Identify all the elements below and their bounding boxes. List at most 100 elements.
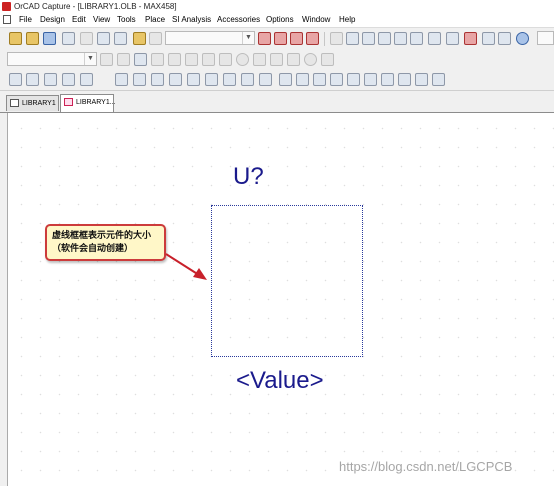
menu-help[interactable]: Help — [339, 13, 355, 26]
window-title-bar: OrCAD Capture - [LIBRARY1.OLB - MAX458] — [0, 0, 554, 13]
chevron-down-icon[interactable]: ▼ — [84, 53, 96, 65]
help-icon[interactable] — [516, 32, 529, 45]
toolbar-icon[interactable] — [241, 73, 254, 86]
zoom-all-icon[interactable] — [306, 32, 319, 45]
zoom-area-icon[interactable] — [290, 32, 303, 45]
menu-edit[interactable]: Edit — [72, 13, 86, 26]
menu-options[interactable]: Options — [266, 13, 294, 26]
backannotate-icon[interactable] — [446, 32, 459, 45]
arrow-shaft — [165, 253, 200, 276]
ieee-symbol-icon[interactable] — [115, 73, 128, 86]
menu-place[interactable]: Place — [145, 13, 165, 26]
pin-icon[interactable] — [44, 73, 57, 86]
menu-window[interactable]: Window — [302, 13, 330, 26]
part-editor-icon — [64, 98, 73, 106]
align-right-icon[interactable] — [313, 73, 326, 86]
arc-icon[interactable] — [205, 73, 218, 86]
distribute-h-icon[interactable] — [381, 73, 394, 86]
bom-icon[interactable] — [394, 32, 407, 45]
snap-grid-icon[interactable] — [26, 73, 39, 86]
menu-file[interactable]: File — [19, 13, 32, 26]
toolbar-icon[interactable] — [321, 53, 334, 66]
save-icon[interactable] — [43, 32, 56, 45]
tab-library1-part[interactable]: LIBRARY1... — [60, 94, 116, 112]
toolbar-icon[interactable] — [185, 53, 198, 66]
select-icon[interactable] — [9, 73, 22, 86]
print-icon[interactable] — [62, 32, 75, 45]
distribute-v-icon[interactable] — [398, 73, 411, 86]
menu-tools[interactable]: Tools — [117, 13, 136, 26]
secondary-toolbar: ▼ — [0, 50, 554, 69]
library-icon[interactable] — [346, 32, 359, 45]
part-body-outline[interactable] — [211, 205, 363, 357]
schematic-icon — [10, 99, 19, 107]
menu-bar: File Design Edit View Tools Place SI Ana… — [0, 13, 554, 28]
part-value-label[interactable]: <Value> — [236, 367, 324, 395]
menu-accessories[interactable]: Accessories — [217, 13, 260, 26]
toolbar-icon[interactable] — [287, 53, 300, 66]
netlist-icon[interactable] — [362, 32, 375, 45]
line-icon[interactable] — [133, 73, 146, 86]
drawing-toolbar — [0, 69, 554, 91]
main-toolbar: ▼ — [0, 28, 554, 50]
text-icon[interactable] — [223, 73, 236, 86]
toolbar-icon[interactable] — [236, 53, 249, 66]
orcad-app-icon — [2, 2, 11, 11]
menu-design[interactable]: Design — [40, 13, 65, 26]
align-bottom-icon[interactable] — [364, 73, 377, 86]
align-center-icon[interactable] — [296, 73, 309, 86]
tab-library1[interactable]: LIBRARY1 — [6, 95, 59, 111]
toolbar-icon[interactable] — [270, 53, 283, 66]
chevron-down-icon[interactable]: ▼ — [242, 32, 254, 44]
drc-icon[interactable] — [410, 32, 423, 45]
toolbar-icon[interactable] — [304, 53, 317, 66]
zoom-in-icon[interactable] — [258, 32, 271, 45]
toolbar-icon[interactable] — [498, 32, 511, 45]
align-middle-icon[interactable] — [347, 73, 360, 86]
part-icon[interactable] — [330, 32, 343, 45]
reference-designator[interactable]: U? — [233, 163, 264, 191]
cut-icon[interactable] — [80, 32, 93, 45]
toolbar-icon[interactable] — [134, 53, 147, 66]
ellipse-icon[interactable] — [187, 73, 200, 86]
zoom-out-icon[interactable] — [274, 32, 287, 45]
align-top-icon[interactable] — [330, 73, 343, 86]
tab-label: LIBRARY1... — [76, 99, 116, 106]
cross-probe-icon[interactable] — [464, 32, 477, 45]
undo-icon[interactable] — [133, 32, 146, 45]
property-combo[interactable]: ▼ — [7, 52, 97, 66]
toolbar-icon[interactable] — [168, 53, 181, 66]
toolbar-icon[interactable] — [219, 53, 232, 66]
menu-view[interactable]: View — [93, 13, 110, 26]
toolbar-icon[interactable] — [202, 53, 215, 66]
toolbar-icon[interactable] — [151, 53, 164, 66]
search-combo[interactable]: ▼ — [165, 31, 255, 45]
new-icon[interactable] — [9, 32, 22, 45]
toolbar-icon[interactable] — [482, 32, 495, 45]
toolbar-icon[interactable] — [253, 53, 266, 66]
document-icon[interactable] — [3, 15, 11, 24]
toolbar-icon[interactable] — [117, 53, 130, 66]
rectangle-icon[interactable] — [169, 73, 182, 86]
toolbar-icon[interactable] — [100, 53, 113, 66]
toolbar-icon[interactable] — [415, 73, 428, 86]
toolbar-separator — [324, 32, 325, 46]
part-tool-icon[interactable] — [80, 73, 93, 86]
part-editor-canvas[interactable]: U? <Value> 虚线框框表示元件的大小（软件会自动创建） https://… — [7, 113, 554, 486]
paste-icon[interactable] — [114, 32, 127, 45]
toolbar-icon[interactable] — [259, 73, 272, 86]
polyline-icon[interactable] — [151, 73, 164, 86]
open-icon[interactable] — [26, 32, 39, 45]
pin-array-icon[interactable] — [62, 73, 75, 86]
align-left-icon[interactable] — [279, 73, 292, 86]
menu-si-analysis[interactable]: SI Analysis — [172, 13, 211, 26]
overflow-combo[interactable] — [537, 31, 554, 45]
toolbar-icon[interactable] — [432, 73, 445, 86]
annotation-callout: 虚线框框表示元件的大小（软件会自动创建） — [45, 224, 166, 261]
redo-icon[interactable] — [149, 32, 162, 45]
report-icon[interactable] — [378, 32, 391, 45]
watermark: https://blog.csdn.net/LGCPCB — [339, 459, 513, 474]
arrow-head — [193, 268, 207, 280]
annotate-icon[interactable] — [428, 32, 441, 45]
copy-icon[interactable] — [97, 32, 110, 45]
